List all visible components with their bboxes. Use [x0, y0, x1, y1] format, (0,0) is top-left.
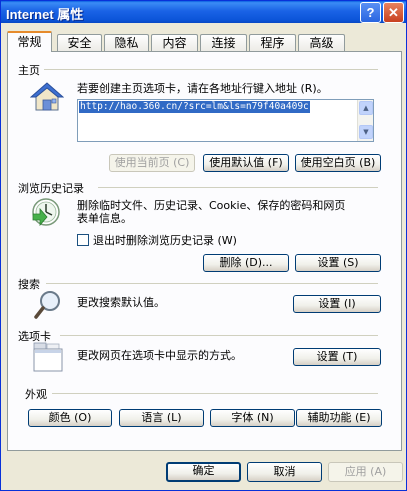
internet-options-dialog: Internet 属性 ? ✕ 常规 安全 隐私 内容 连接 程序 高级 主页 … [0, 0, 407, 491]
languages-button[interactable]: 语言 (L) [119, 409, 204, 427]
window-title: Internet 属性 [6, 7, 84, 22]
history-description-line1: 删除临时文件、历史记录、Cookie、保存的密码和网页 [77, 199, 346, 212]
homepage-url-field[interactable]: http://hao.360.cn/?src=lm&ls=n79f40a409c… [77, 99, 374, 142]
homepage-divider [44, 69, 378, 70]
colors-button[interactable]: 颜色 (O) [28, 409, 112, 427]
tab-privacy[interactable]: 隐私 [104, 34, 149, 51]
delete-on-exit-label[interactable]: 退出时删除浏览历史记录 (W) [93, 234, 237, 247]
delete-on-exit-checkbox[interactable] [77, 234, 89, 246]
delete-history-button[interactable]: 删除 (D)... [203, 254, 289, 272]
tab-advanced[interactable]: 高级 [298, 34, 345, 51]
url-scrollbar[interactable]: ▲ ▼ [357, 100, 373, 141]
scroll-down-icon[interactable]: ▼ [359, 125, 373, 139]
apply-button[interactable]: 应用 (A) [328, 462, 403, 482]
search-divider [46, 283, 378, 284]
house-icon [29, 82, 65, 115]
search-description: 更改搜索默认值。 [77, 296, 165, 309]
history-settings-button[interactable]: 设置 (S) [295, 254, 381, 272]
tabbed-window-icon [30, 341, 66, 378]
history-description-line2: 表单信息。 [77, 212, 132, 225]
ok-button[interactable]: 确定 [166, 462, 241, 482]
appearance-divider [52, 393, 378, 394]
tab-security[interactable]: 安全 [57, 34, 102, 51]
homepage-url-value: http://hao.360.cn/?src=lm&ls=n79f40a409c [79, 101, 310, 113]
use-default-button[interactable]: 使用默认值 (F) [203, 154, 289, 172]
history-divider [98, 187, 378, 188]
magnifier-icon [33, 289, 63, 324]
tab-connections[interactable]: 连接 [200, 34, 247, 51]
tabs-description: 更改网页在选项卡中显示的方式。 [77, 349, 242, 362]
help-button[interactable]: ? [360, 2, 381, 23]
title-bar: Internet 属性 ? ✕ [1, 1, 406, 23]
tab-programs[interactable]: 程序 [249, 34, 296, 51]
tab-general[interactable]: 常规 [7, 31, 52, 52]
appearance-section-label: 外观 [25, 388, 47, 401]
tabs-divider [60, 335, 378, 336]
use-current-button[interactable]: 使用当前页 (C) [109, 154, 195, 172]
search-settings-button[interactable]: 设置 (I) [293, 295, 381, 313]
tab-strip: 常规 安全 隐私 内容 连接 程序 高级 [7, 31, 401, 52]
history-section-label: 浏览历史记录 [18, 182, 84, 195]
tab-content[interactable]: 内容 [151, 34, 198, 51]
accessibility-button[interactable]: 辅助功能 (E) [296, 409, 382, 427]
general-tab-panel: 主页 若要创建主页选项卡，请在各地址行键入地址 (R)。 http://hao.… [7, 51, 402, 451]
history-clock-icon [30, 196, 64, 231]
use-blank-button[interactable]: 使用空白页 (B) [295, 154, 381, 172]
homepage-description: 若要创建主页选项卡，请在各地址行键入地址 (R)。 [77, 82, 328, 95]
homepage-section-label: 主页 [18, 64, 40, 77]
cancel-button[interactable]: 取消 [247, 462, 322, 482]
tabs-settings-button[interactable]: 设置 (T) [293, 348, 381, 366]
scroll-up-icon[interactable]: ▲ [359, 101, 373, 115]
fonts-button[interactable]: 字体 (N) [210, 409, 295, 427]
close-button[interactable]: ✕ [383, 2, 404, 23]
